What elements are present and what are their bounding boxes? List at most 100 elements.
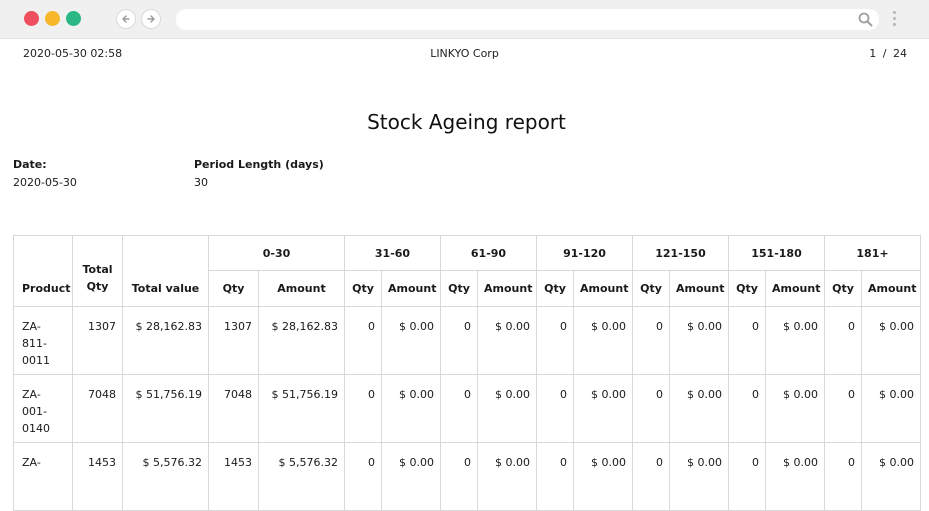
close-window-button[interactable] [24, 11, 39, 26]
subcol-amount: Amount [765, 270, 825, 307]
cell-total-value: $ 28,162.83 [122, 306, 209, 375]
cell-total-value-text: $ 5,576.32 [142, 456, 202, 469]
page-counter: 1 / 24 [869, 47, 907, 60]
cell-bucket-qty: 0 [344, 306, 382, 375]
cell-bucket-amount: $ 0.00 [861, 374, 921, 443]
bucket-header: 91-120 [536, 235, 633, 271]
cell-total-qty: 1307 [72, 306, 123, 375]
cell-bucket-qty: 0 [824, 442, 862, 511]
cell-bucket-amount: $ 0.00 [477, 306, 537, 375]
cell-bucket-qty: 0 [536, 374, 574, 443]
cell-bucket-qty-text: 0 [848, 320, 855, 333]
cell-bucket-amount-text: $ 0.00 [399, 320, 434, 333]
bucket-header: 31-60 [344, 235, 441, 271]
cell-bucket-qty: 0 [536, 442, 574, 511]
company-name: LINKYO Corp [430, 47, 499, 60]
subcol-qty: Qty [632, 270, 670, 307]
cell-bucket-qty-text: 0 [560, 456, 567, 469]
cell-bucket-amount: $ 0.00 [477, 442, 537, 511]
cell-bucket-qty-text: 0 [656, 388, 663, 401]
subcol-qty: Qty [536, 270, 574, 307]
cell-bucket-qty-text: 0 [656, 320, 663, 333]
table-row: ZA- 1453 $ 5,576.32 1453 $ 5,576.32 0 $ 0.00 0 $… [13, 442, 921, 511]
cell-bucket-qty: 0 [632, 442, 670, 511]
cell-bucket-qty: 0 [536, 306, 574, 375]
cell-bucket-amount: $ 0.00 [861, 306, 921, 375]
cell-total-qty: 7048 [72, 374, 123, 443]
cell-bucket-amount-text: $ 0.00 [399, 388, 434, 401]
cell-bucket-amount: $ 0.00 [381, 442, 441, 511]
cell-bucket-amount-text: $ 0.00 [591, 456, 626, 469]
cell-product: ZA- 001- 0140 [13, 374, 73, 443]
report-title: Stock Ageing report [367, 110, 566, 134]
cell-bucket-qty-text: 0 [464, 320, 471, 333]
cell-bucket-qty-text: 7048 [224, 388, 252, 401]
cell-bucket-qty: 0 [632, 374, 670, 443]
cell-total-qty-text: 1453 [88, 456, 116, 469]
period-field: Period Length (days) 30 [194, 158, 324, 189]
bucket-header: 61-90 [440, 235, 537, 271]
cell-bucket-qty-text: 0 [752, 320, 759, 333]
col-total-value: Total value [122, 235, 209, 307]
cell-bucket-amount-text: $ 0.00 [879, 320, 914, 333]
cell-bucket-qty: 0 [440, 306, 478, 375]
minimize-window-button[interactable] [45, 11, 60, 26]
subcol-qty: Qty [440, 270, 478, 307]
subcol-amount: Amount [258, 270, 345, 307]
search-icon[interactable] [858, 12, 873, 27]
cell-bucket-qty-text: 0 [464, 456, 471, 469]
subcol-amount: Amount [669, 270, 729, 307]
cell-bucket-amount-text: $ 0.00 [687, 320, 722, 333]
cell-bucket-qty-text: 0 [848, 388, 855, 401]
cell-bucket-amount-text: $ 0.00 [879, 388, 914, 401]
cell-bucket-qty: 0 [728, 306, 766, 375]
cell-total-qty: 1453 [72, 442, 123, 511]
cell-bucket-amount-text: $ 0.00 [687, 456, 722, 469]
cell-bucket-qty-text: 0 [848, 456, 855, 469]
date-field: Date: 2020-05-30 [13, 158, 77, 189]
subcol-qty: Qty [728, 270, 766, 307]
table-body: ZA- 811- 0011 1307 $ 28,162.83 1307 $ 28,162.8… [13, 306, 921, 511]
cell-bucket-amount: $ 0.00 [669, 374, 729, 443]
cell-bucket-amount-text: $ 0.00 [399, 456, 434, 469]
arrow-right-icon [147, 15, 155, 23]
maximize-window-button[interactable] [66, 11, 81, 26]
bucket-header: 121-150 [632, 235, 729, 271]
cell-bucket-qty-text: 0 [368, 456, 375, 469]
cell-bucket-amount: $ 0.00 [861, 442, 921, 511]
subcol-qty: Qty [344, 270, 382, 307]
cell-product: ZA- [13, 442, 73, 511]
cell-bucket-qty-text: 0 [656, 456, 663, 469]
cell-bucket-amount-text: $ 0.00 [495, 320, 530, 333]
bucket-header: 151-180 [728, 235, 825, 271]
cell-bucket-amount: $ 5,576.32 [258, 442, 345, 511]
cell-bucket-qty: 7048 [208, 374, 259, 443]
subcol-qty: Qty [208, 270, 259, 307]
back-button[interactable] [116, 9, 136, 29]
date-label: Date: [13, 158, 47, 171]
cell-bucket-qty: 1307 [208, 306, 259, 375]
cell-bucket-amount-text: $ 5,576.32 [278, 456, 338, 469]
address-bar[interactable] [176, 9, 879, 30]
cell-bucket-qty: 1453 [208, 442, 259, 511]
cell-bucket-amount: $ 0.00 [573, 442, 633, 511]
table-row: ZA- 001- 0140 7048 $ 51,756.19 7048 $ 51,756.1… [13, 374, 921, 443]
col-total-qty: Total Qty [72, 235, 123, 307]
forward-button[interactable] [141, 9, 161, 29]
browser-toolbar [0, 0, 929, 39]
cell-product: ZA- 811- 0011 [13, 306, 73, 375]
cell-bucket-amount: $ 0.00 [381, 306, 441, 375]
cell-product-text: ZA- [22, 456, 41, 469]
cell-bucket-amount-text: $ 0.00 [591, 388, 626, 401]
cell-total-qty-text: 1307 [88, 320, 116, 333]
cell-bucket-amount: $ 28,162.83 [258, 306, 345, 375]
kebab-menu-icon[interactable] [893, 11, 897, 27]
cell-bucket-qty: 0 [728, 374, 766, 443]
cell-bucket-amount: $ 0.00 [381, 374, 441, 443]
cell-bucket-qty: 0 [344, 374, 382, 443]
date-value: 2020-05-30 [13, 176, 77, 189]
cell-bucket-qty-text: 1307 [224, 320, 252, 333]
cell-bucket-amount: $ 0.00 [765, 374, 825, 443]
cell-total-value-text: $ 28,162.83 [135, 320, 202, 333]
col-product: Product [13, 235, 73, 307]
